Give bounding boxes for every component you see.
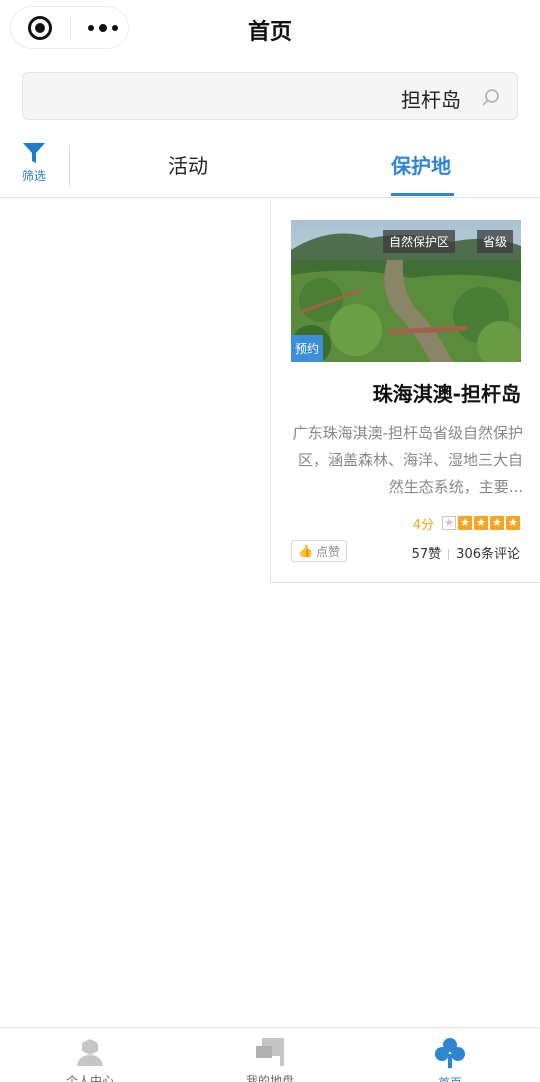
- person-icon: [77, 1039, 103, 1066]
- tab-bar: 筛选 活动 保护地: [0, 132, 540, 198]
- star-rating: 4分 ★ ★ ★ ★ ★: [412, 514, 520, 533]
- search-input[interactable]: 担杆岛: [22, 72, 518, 120]
- bottom-tab-bar: 个人中心 我的地盘 首页: [0, 1027, 540, 1082]
- star-icon: ★: [442, 516, 456, 530]
- card-stats: 57赞 306条评论: [412, 543, 520, 562]
- booking-tag: 预约: [291, 335, 324, 362]
- stats-divider: [448, 549, 450, 560]
- home-clover-icon: [435, 1038, 465, 1068]
- card-title: 珠海淇澳-担杆岛: [372, 382, 521, 406]
- search-icon: [482, 89, 499, 106]
- flag-icon: [256, 1038, 284, 1066]
- search-query-text: 担杆岛: [401, 88, 461, 112]
- filter-label: 筛选: [21, 169, 46, 183]
- tabbar-item-territory[interactable]: 我的地盘: [210, 1036, 330, 1082]
- likes-count: 57赞: [411, 547, 442, 562]
- tabbar-item-profile[interactable]: 个人中心: [30, 1036, 150, 1082]
- star-icon: ★: [490, 516, 504, 530]
- comments-count: 306条评论: [456, 547, 520, 562]
- like-button-label: 点赞: [315, 544, 340, 559]
- like-button[interactable]: 👍 点赞: [291, 540, 347, 562]
- filter-button[interactable]: 筛选: [16, 140, 52, 192]
- tab-reserve[interactable]: 保护地: [391, 150, 451, 179]
- tabbar-item-home[interactable]: 首页: [390, 1036, 510, 1082]
- reserve-photo[interactable]: 省级 自然保护区 预约: [291, 220, 521, 362]
- star-icon: ★: [506, 516, 520, 530]
- active-tab-indicator: [391, 193, 454, 196]
- reserve-card[interactable]: 省级 自然保护区 预约 珠海淇澳-担杆岛 广东珠海淇澳-担杆岛省级自然保护区，涵…: [270, 198, 540, 583]
- tab-activity[interactable]: 活动: [168, 150, 208, 179]
- star-icon: ★: [458, 516, 472, 530]
- level-tag: 省级: [476, 230, 513, 253]
- tabbar-label-home: 首页: [390, 1074, 510, 1082]
- rating-score: 4分: [412, 517, 434, 533]
- type-tag: 自然保护区: [383, 230, 456, 253]
- tabbar-label-territory: 我的地盘: [245, 1074, 294, 1082]
- filter-icon: [23, 143, 45, 163]
- card-description: 广东珠海淇澳-担杆岛省级自然保护区，涵盖森林、海洋、湿地三大自然生态系统，主要.…: [292, 424, 523, 496]
- tabbar-label-profile: 个人中心: [65, 1074, 114, 1082]
- filter-divider: [69, 145, 70, 187]
- thumbs-up-icon: 👍: [298, 544, 313, 558]
- star-icon: ★: [474, 516, 488, 530]
- page-title: 首页: [247, 20, 292, 45]
- navigation-bar: 首页: [0, 0, 540, 58]
